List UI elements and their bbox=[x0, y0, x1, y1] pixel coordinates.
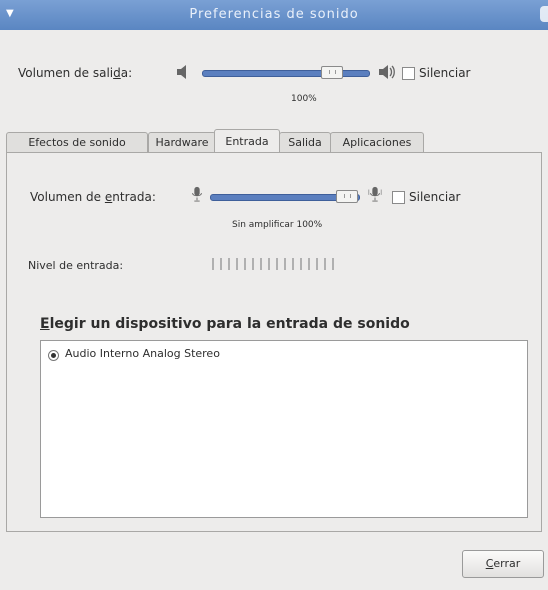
level-bar bbox=[300, 258, 302, 270]
input-volume-value: Sin amplificar 100% bbox=[232, 220, 323, 230]
tab-hardware[interactable]: Hardware bbox=[148, 132, 216, 153]
level-bar bbox=[212, 258, 214, 270]
window-close-button[interactable] bbox=[540, 6, 548, 22]
level-bar bbox=[252, 258, 254, 270]
level-bar bbox=[276, 258, 278, 270]
speaker-muted-icon bbox=[177, 65, 186, 79]
level-bar bbox=[220, 258, 222, 270]
level-bar bbox=[324, 258, 326, 270]
level-bar bbox=[332, 258, 334, 270]
tab-applications[interactable]: Aplicaciones bbox=[330, 132, 424, 153]
speaker-loud-icon bbox=[379, 65, 395, 79]
close-button[interactable]: Cerrar bbox=[462, 550, 544, 578]
level-bar bbox=[268, 258, 270, 270]
level-bar bbox=[308, 258, 310, 270]
tab-output[interactable]: Salida bbox=[279, 132, 331, 153]
output-mute-checkbox[interactable] bbox=[402, 67, 415, 80]
input-volume-label: Volumen de entrada: bbox=[30, 190, 156, 204]
output-volume-slider[interactable] bbox=[202, 70, 370, 77]
microphone-muted-icon bbox=[192, 186, 202, 202]
input-volume-thumb[interactable] bbox=[336, 190, 359, 203]
input-level-meter bbox=[212, 258, 340, 272]
level-bar bbox=[244, 258, 246, 270]
output-mute-label: Silenciar bbox=[419, 66, 471, 80]
level-bar bbox=[316, 258, 318, 270]
output-volume-value: 100% bbox=[291, 94, 317, 104]
input-device-list[interactable]: Audio Interno Analog Stereo bbox=[40, 340, 528, 518]
tab-input[interactable]: Entrada bbox=[214, 129, 280, 154]
device-section-heading: Elegir un dispositivo para la entrada de… bbox=[40, 316, 410, 332]
level-bar bbox=[284, 258, 286, 270]
input-mute-label: Silenciar bbox=[409, 190, 461, 204]
output-volume-label: Volumen de salida: bbox=[18, 66, 133, 80]
device-name: Audio Interno Analog Stereo bbox=[65, 347, 220, 360]
level-bar bbox=[260, 258, 262, 270]
device-radio[interactable] bbox=[48, 350, 59, 361]
input-level-label: Nivel de entrada: bbox=[28, 259, 124, 272]
output-volume-thumb[interactable] bbox=[321, 66, 344, 79]
level-bar bbox=[228, 258, 230, 270]
level-bar bbox=[236, 258, 238, 270]
title-bar: ▼ Preferencias de sonido bbox=[0, 0, 548, 30]
input-mute-checkbox[interactable] bbox=[392, 191, 405, 204]
window-title: Preferencias de sonido bbox=[189, 7, 359, 22]
tab-sound-effects[interactable]: Efectos de sonido bbox=[6, 132, 148, 153]
level-bar bbox=[292, 258, 294, 270]
microphone-loud-icon bbox=[368, 186, 382, 202]
